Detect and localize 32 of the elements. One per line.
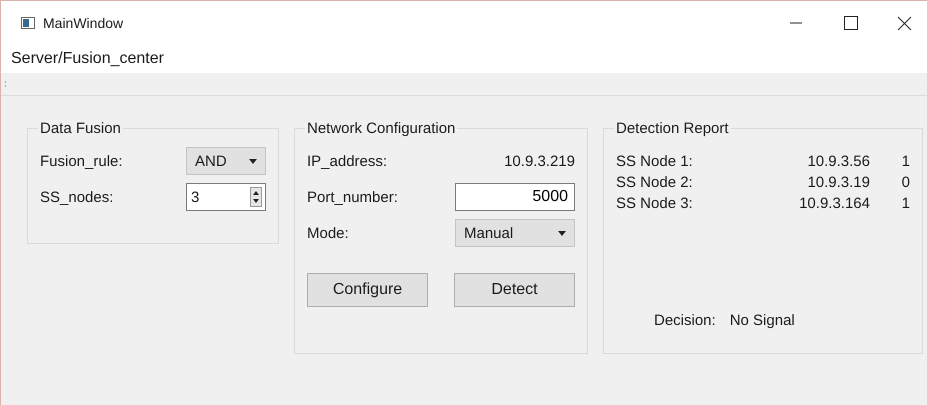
app-icon bbox=[21, 17, 35, 29]
port-number-field[interactable]: 5000 bbox=[455, 183, 575, 211]
decision-label: Decision: bbox=[654, 312, 716, 329]
field-label: Fusion_rule: bbox=[40, 152, 123, 170]
dropdown-arrow-icon bbox=[249, 158, 257, 164]
mode-dropdown[interactable]: Manual bbox=[455, 219, 575, 247]
dropdown-arrow-icon bbox=[558, 230, 566, 236]
spin-arrows-icon[interactable] bbox=[250, 187, 262, 207]
action-button[interactable]: Detect bbox=[454, 273, 575, 307]
node-result: 1 bbox=[900, 195, 910, 212]
node-ip: 10.9.3.56 bbox=[807, 153, 870, 170]
field-label: SS_nodes: bbox=[40, 188, 114, 206]
node-ip: 10.9.3.164 bbox=[799, 195, 870, 212]
field-label: IP_address: bbox=[307, 152, 388, 170]
node-label: SS Node 1: bbox=[616, 153, 694, 170]
group-title: Detection Report bbox=[615, 120, 730, 137]
ip-address-value: 10.9.3.219 bbox=[504, 152, 575, 170]
window-title: MainWindow bbox=[43, 15, 124, 31]
node-label: SS Node 2: bbox=[616, 174, 694, 191]
fusion-rule-dropdown[interactable]: AND bbox=[186, 147, 266, 175]
node-label: SS Node 3: bbox=[616, 195, 694, 212]
node-result: 0 bbox=[900, 174, 910, 191]
field-label: Mode: bbox=[307, 224, 349, 242]
action-button[interactable]: Configure bbox=[307, 273, 428, 307]
group-title: Data Fusion bbox=[39, 120, 122, 137]
decision-value: No Signal bbox=[730, 312, 795, 329]
menu-item[interactable]: Server/Fusion_center bbox=[9, 48, 166, 70]
ss-nodes-spinbox[interactable]: 3 bbox=[186, 183, 266, 211]
node-result: 1 bbox=[900, 153, 910, 170]
node-ip: 10.9.3.19 bbox=[807, 174, 870, 191]
group-title: Network Configuration bbox=[306, 120, 456, 137]
field-label: Port_number: bbox=[307, 188, 398, 206]
